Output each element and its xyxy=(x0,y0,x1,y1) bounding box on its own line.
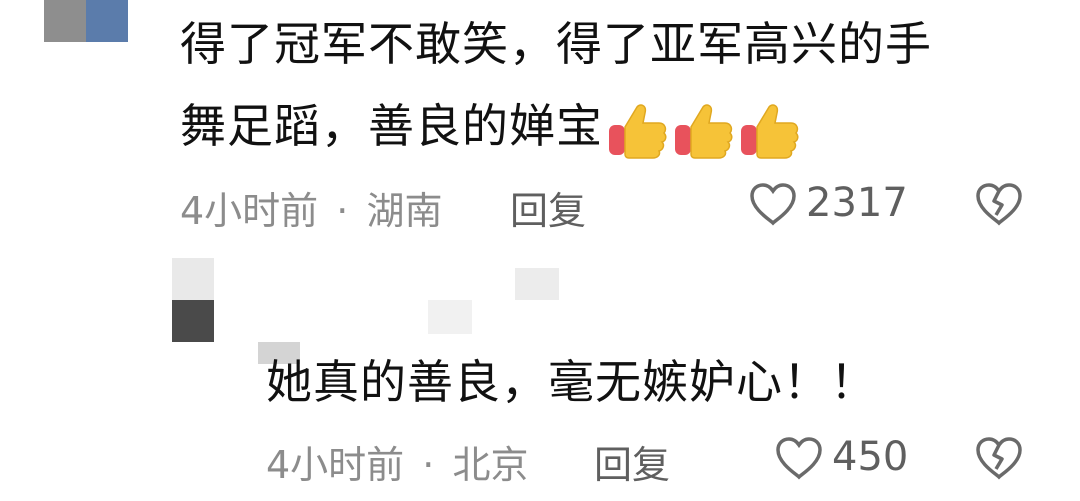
heart-icon xyxy=(748,181,798,227)
meta-separator: · xyxy=(422,443,435,487)
thumbs-up-icon xyxy=(739,99,801,161)
comment-text-line-2: 舞足蹈，善良的婵宝 xyxy=(180,99,603,153)
broken-heart-icon xyxy=(974,435,1024,481)
comment-body: 得了冠军不敢笑，得了亚军高兴的手 舞足蹈，善良的婵宝 xyxy=(180,14,1040,161)
broken-heart-icon xyxy=(974,181,1024,227)
username-mask xyxy=(515,268,559,300)
username-mask xyxy=(428,300,472,334)
comment-time: 4小时前 xyxy=(180,189,319,233)
comment-text: 她真的善良，毫无嫉妒心！！ xyxy=(266,355,877,409)
dislike-button[interactable] xyxy=(974,181,1024,227)
avatar[interactable] xyxy=(44,0,128,42)
avatar[interactable] xyxy=(172,258,214,342)
comment-meta: 4小时前 · 北京 xyxy=(266,434,528,489)
dislike-button[interactable] xyxy=(974,435,1024,481)
thumbs-up-icon xyxy=(673,99,735,161)
heart-icon xyxy=(774,435,824,481)
comment-location: 北京 xyxy=(452,443,529,487)
comment-text-line-1: 得了冠军不敢笑，得了亚军高兴的手 xyxy=(180,17,932,71)
reply-button[interactable]: 回复 xyxy=(510,180,586,235)
meta-separator: · xyxy=(336,189,349,233)
like-count: 450 xyxy=(832,434,909,480)
comment-location: 湖南 xyxy=(366,189,443,233)
thumbs-up-icon xyxy=(607,99,669,161)
comment-time: 4小时前 xyxy=(266,443,405,487)
like-count: 2317 xyxy=(806,180,908,226)
like-button[interactable] xyxy=(774,435,824,481)
like-button[interactable] xyxy=(748,181,798,227)
comment-meta: 4小时前 · 湖南 xyxy=(180,180,442,235)
reply-button[interactable]: 回复 xyxy=(594,434,670,489)
